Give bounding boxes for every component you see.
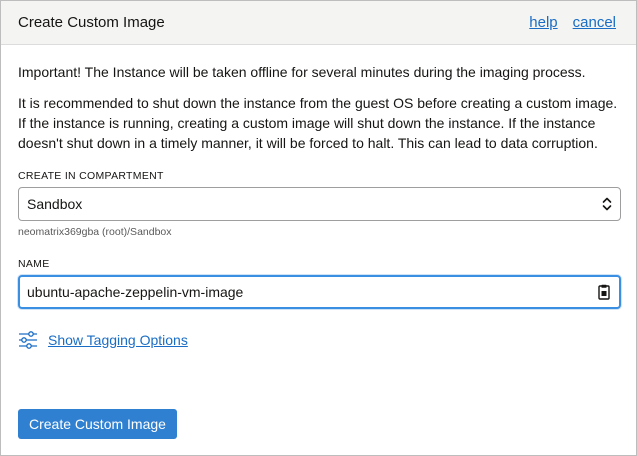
clipboard-icon[interactable] — [597, 284, 611, 300]
create-custom-image-dialog: Create Custom Image help cancel Importan… — [0, 0, 637, 456]
create-custom-image-button[interactable]: Create Custom Image — [18, 409, 177, 439]
sliders-icon — [18, 331, 38, 349]
tagging-options: Show Tagging Options — [18, 331, 619, 349]
help-link[interactable]: help — [529, 14, 557, 31]
cancel-link[interactable]: cancel — [573, 14, 616, 31]
name-label: NAME — [18, 258, 50, 270]
compartment-label: CREATE IN COMPARTMENT — [18, 170, 164, 182]
header-links: help cancel — [529, 14, 616, 31]
dialog-title: Create Custom Image — [18, 14, 165, 31]
show-tagging-options-link[interactable]: Show Tagging Options — [48, 332, 188, 348]
recommendation-notice: It is recommended to shut down the insta… — [18, 95, 618, 151]
important-notice: Important! The Instance will be taken of… — [18, 64, 586, 80]
chevron-up-down-icon — [602, 196, 612, 212]
name-input[interactable]: ubuntu-apache-zeppelin-vm-image — [18, 275, 621, 309]
compartment-select[interactable]: Sandbox — [18, 187, 621, 221]
dialog-body: Important! The Instance will be taken of… — [1, 45, 636, 349]
dialog-header: Create Custom Image help cancel — [1, 1, 636, 45]
compartment-path: neomatrix369gba (root)/Sandbox — [18, 226, 172, 238]
name-input-value: ubuntu-apache-zeppelin-vm-image — [27, 284, 244, 300]
compartment-selected-value: Sandbox — [27, 196, 83, 212]
